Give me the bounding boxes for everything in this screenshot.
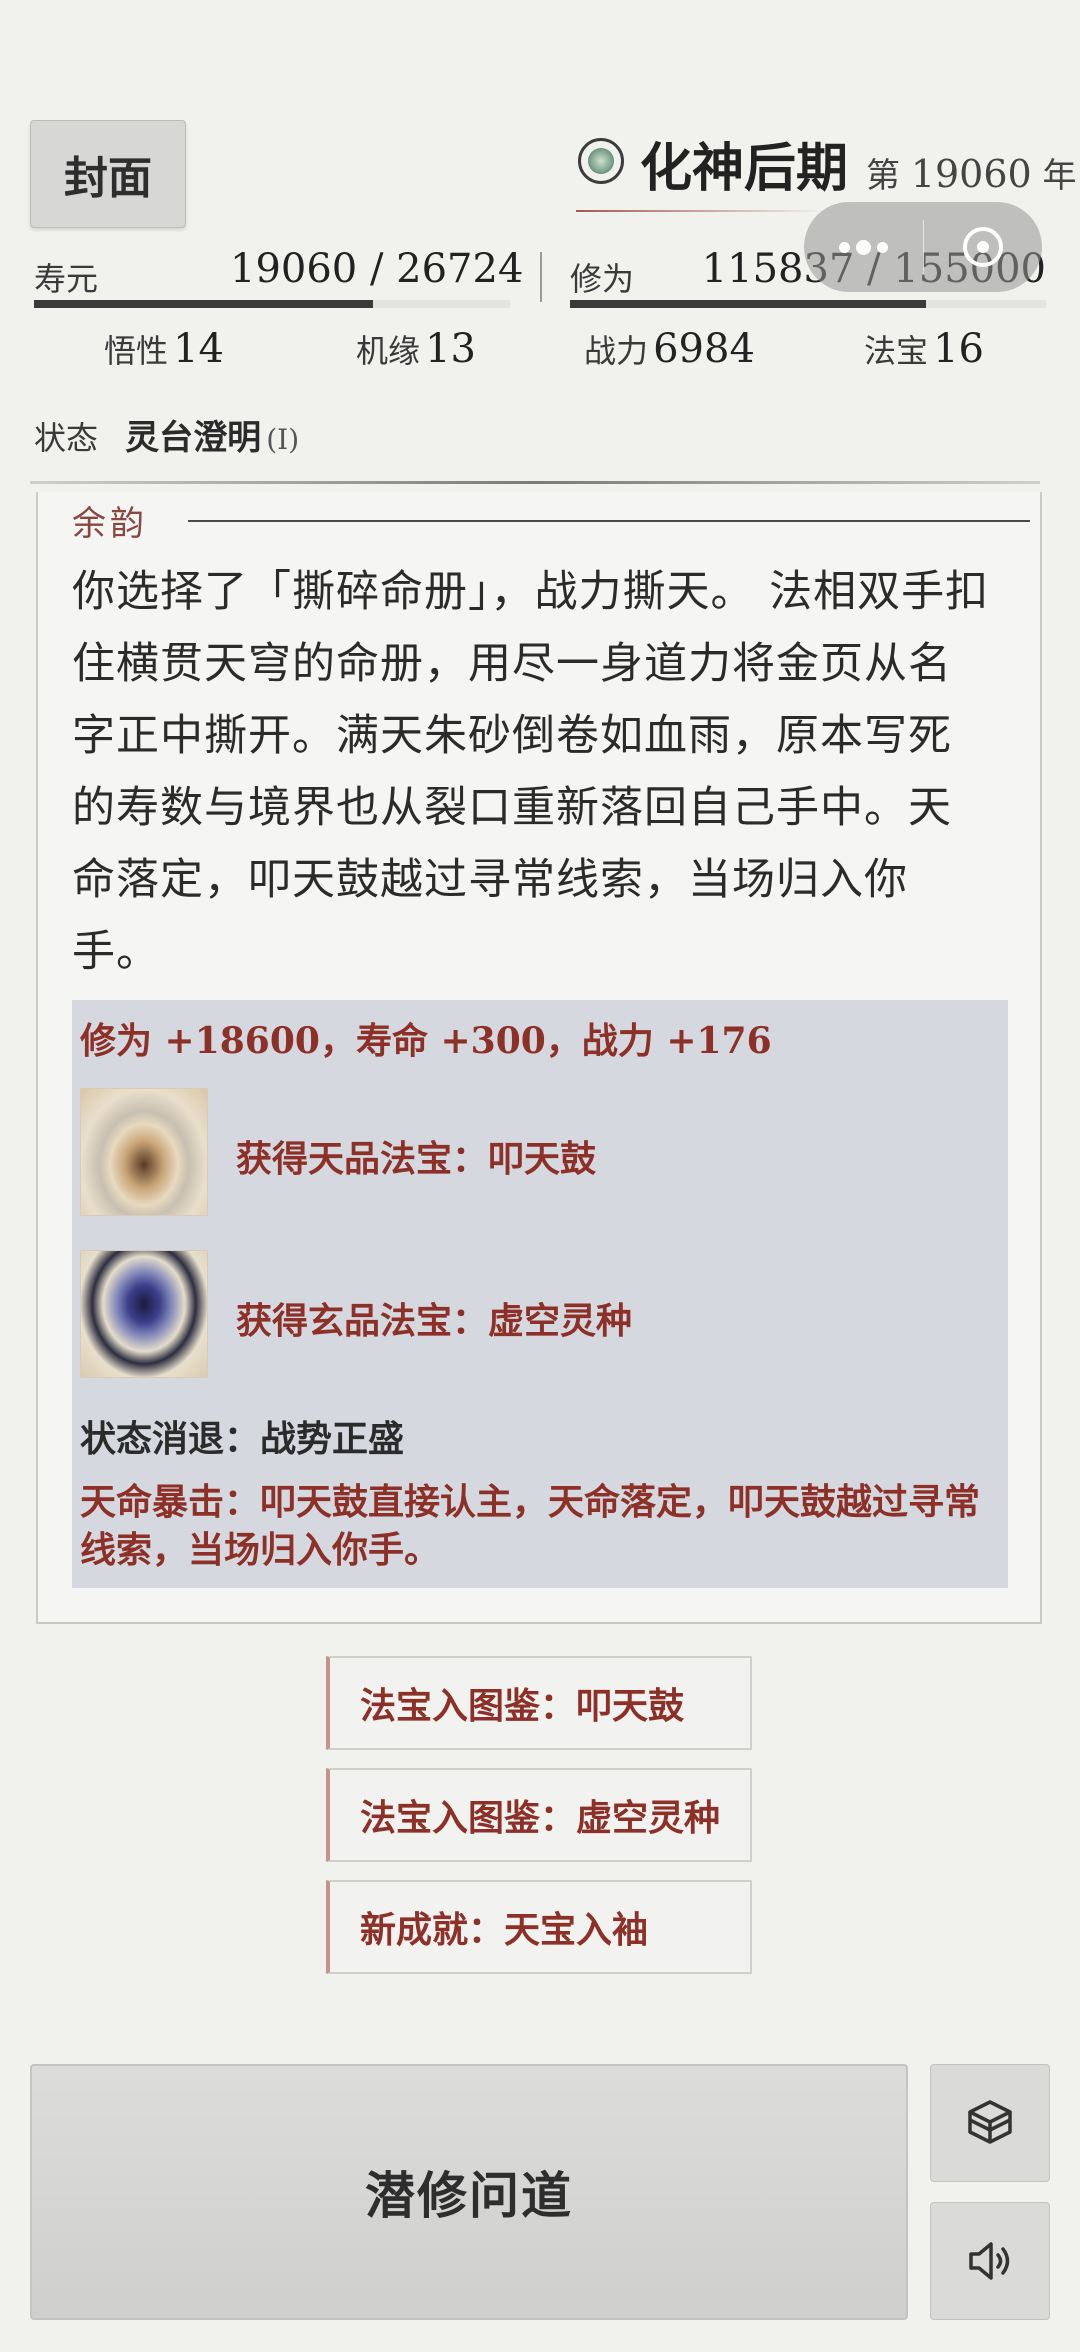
stats-divider <box>540 252 542 302</box>
zhanli-label: 战力 <box>584 332 649 370</box>
more-button[interactable] <box>804 202 923 292</box>
notice-achievement[interactable]: 新成就：天宝入袖 <box>326 1880 752 1974</box>
notice-codex-seed[interactable]: 法宝入图鉴：虚空灵种 <box>326 1768 752 1862</box>
year-counter: 第 19060 年 <box>866 148 1077 197</box>
lifespan-label: 寿元 <box>34 260 99 298</box>
cover-button[interactable]: 封面 <box>30 120 186 228</box>
zhanli-stat: 战力 6984 <box>584 326 755 372</box>
heaven-drum-icon <box>80 1088 208 1216</box>
sound-button[interactable] <box>930 2202 1050 2320</box>
zhanli-value: 6984 <box>653 326 755 372</box>
lifespan-bar <box>34 300 510 308</box>
status-value: 灵台澄明 <box>125 418 262 458</box>
year-prefix: 第 <box>866 156 900 196</box>
more-dots-icon <box>838 239 888 255</box>
meditate-button[interactable]: 潜修问道 <box>30 2064 908 2320</box>
jiyuan-label: 机缘 <box>356 332 421 370</box>
section-divider <box>30 481 1040 484</box>
realm-orb-icon <box>578 138 624 184</box>
fabao-stat: 法宝 16 <box>864 326 984 372</box>
fabao-value: 16 <box>933 326 985 372</box>
close-button[interactable] <box>924 202 1043 292</box>
crit-text: 天命暴击：叩天鼓直接认主，天命落定，叩天鼓越过寻常线索，当场归入你手。 <box>80 1481 981 1571</box>
status-row: 状态 灵台澄明 (I) <box>34 410 299 459</box>
cultivation-bar <box>570 300 1046 308</box>
story-title-rule <box>188 520 1030 522</box>
void-seed-icon <box>80 1250 208 1378</box>
wuxing-label: 悟性 <box>104 332 169 370</box>
lifespan-value: 19060 / 26724 <box>230 246 524 292</box>
status-label: 状态 <box>34 419 99 457</box>
story-text: 你选择了「撕碎命册」，战力撕天。 法相双手扣住横贯天穹的命册，用尽一身道力将金页… <box>72 567 990 977</box>
wuxing-value: 14 <box>173 326 225 372</box>
year-value: 19060 <box>910 152 1032 196</box>
treasure-label-1: 获得天品法宝：叩天鼓 <box>236 1138 597 1180</box>
jiyuan-stat: 机缘 13 <box>356 326 476 372</box>
close-target-icon <box>962 227 1003 267</box>
miniprogram-capsule <box>804 202 1042 292</box>
status-level: (I) <box>266 423 300 456</box>
year-suffix: 年 <box>1042 156 1077 196</box>
reward-gains: 修为 +18600，寿命 +300，战力 +176 <box>80 1020 772 1062</box>
treasure-label-2: 获得玄品法宝：虚空灵种 <box>236 1300 633 1342</box>
cultivation-bar-fill <box>570 300 926 308</box>
status-fade-text: 状态消退：战势正盛 <box>80 1418 405 1460</box>
story-section-title: 余韵 <box>72 504 148 544</box>
realm-title: 化神后期 <box>640 138 849 199</box>
fabao-label: 法宝 <box>864 332 929 370</box>
wuxing-stat: 悟性 14 <box>104 326 224 372</box>
notice-codex-drum[interactable]: 法宝入图鉴：叩天鼓 <box>326 1656 752 1750</box>
jiyuan-value: 13 <box>425 326 477 372</box>
inventory-button[interactable] <box>930 2064 1050 2182</box>
lifespan-bar-fill <box>34 300 374 308</box>
speaker-icon <box>969 2242 1010 2280</box>
cube-icon <box>968 2100 1012 2144</box>
cultivation-label: 修为 <box>570 260 635 298</box>
realm-underline <box>576 210 826 212</box>
